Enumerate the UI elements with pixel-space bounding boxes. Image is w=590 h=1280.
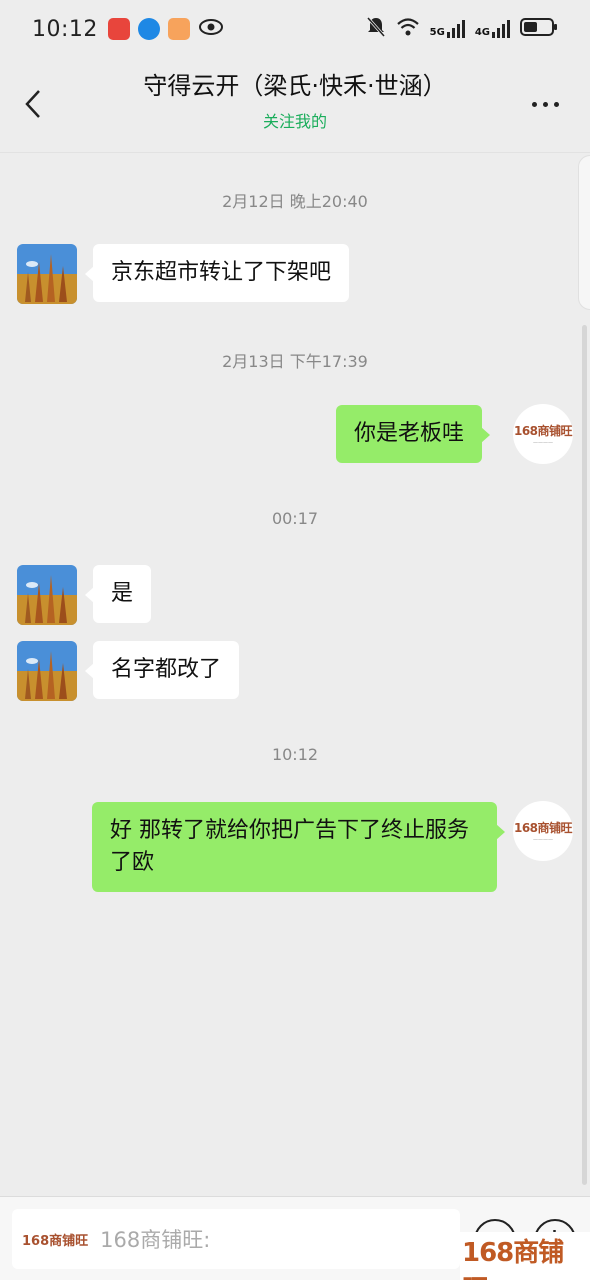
wheat-avatar-image: [17, 244, 77, 304]
message-timestamp: 2月13日 下午17:39: [222, 352, 368, 371]
brand-logo: 168商铺旺 ————: [513, 422, 573, 446]
battery-icon: [520, 17, 558, 41]
incoming-message-bubble[interactable]: 名字都改了: [84, 641, 240, 699]
net-5g-label: 5G: [429, 27, 445, 38]
eye-icon: [198, 18, 224, 40]
chat-title: 守得云开（梁氏·快禾·世涵）: [143, 72, 447, 100]
incoming-message-bubble[interactable]: 是: [84, 565, 152, 623]
net-4g-label: 4G: [474, 27, 490, 38]
brand-logo: 168商铺旺 ————: [513, 819, 573, 843]
more-options-button[interactable]: [532, 96, 564, 112]
contact-avatar[interactable]: [17, 565, 77, 625]
browser-notification-icon: [137, 18, 160, 40]
status-bar: 10:12 5G 4G: [0, 0, 590, 58]
brand-logo-sub: ————: [533, 837, 553, 843]
contact-avatar[interactable]: [17, 641, 77, 701]
follow-status-link[interactable]: 关注我的: [0, 108, 590, 132]
outgoing-message-bubble[interactable]: 好 那转了就给你把广告下了终止服务了欧: [92, 802, 505, 892]
my-avatar[interactable]: 168商铺旺 ————: [513, 404, 573, 464]
status-right: 5G 4G: [366, 16, 558, 42]
brand-logo-sub: ————: [533, 440, 553, 446]
contact-avatar[interactable]: [17, 244, 77, 304]
more-dot-icon: [532, 101, 537, 107]
signal-5g-icon: 5G: [430, 20, 465, 38]
incoming-message-bubble[interactable]: 京东超市转让了下架吧: [84, 244, 350, 302]
brand-logo-text: 168商铺旺: [513, 821, 573, 835]
signal-4g-icon: 4G: [475, 20, 510, 38]
message-timestamp: 00:17: [271, 509, 319, 528]
status-time: 10:12: [32, 16, 98, 42]
side-panel-handle[interactable]: [578, 155, 590, 310]
more-dot-icon: [554, 101, 559, 107]
input-placeholder: 168商铺旺:: [100, 1228, 211, 1252]
wifi-icon: [396, 17, 420, 41]
message-timestamp: 10:12: [271, 745, 319, 764]
wheat-avatar-image: [17, 641, 77, 701]
my-avatar[interactable]: 168商铺旺 ————: [513, 801, 573, 861]
brand-logo-text: 168商铺旺: [22, 1233, 89, 1249]
more-dot-icon: [543, 101, 548, 107]
mute-icon: [366, 16, 386, 42]
wheat-avatar-image: [17, 565, 77, 625]
brand-logo-text: 168商铺旺: [513, 424, 573, 438]
header-divider: [0, 152, 590, 153]
notification-icons: [107, 18, 224, 40]
app-notification-icon: [107, 18, 130, 40]
message-timestamp: 2月12日 晚上20:40: [222, 192, 368, 211]
outgoing-message-bubble[interactable]: 你是老板哇: [336, 405, 491, 463]
chat-header: 守得云开（梁氏·快禾·世涵） 关注我的: [0, 58, 590, 152]
message-input[interactable]: 168商铺旺 168商铺旺:: [12, 1209, 460, 1269]
heart-notification-icon: [167, 18, 190, 40]
watermark: 168商铺旺: [460, 1232, 590, 1280]
